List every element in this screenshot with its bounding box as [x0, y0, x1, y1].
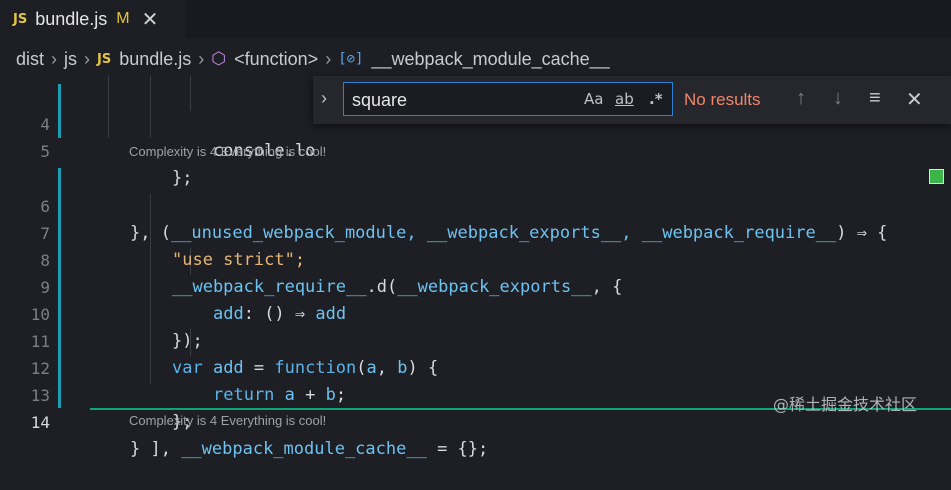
line-number: 5: [40, 142, 50, 161]
regex-icon[interactable]: .*: [649, 90, 663, 108]
code-editor[interactable]: 4 console.lo 5 }; Complexity is 4 Everyt…: [0, 76, 951, 459]
code-line-10: 10 });: [0, 274, 951, 351]
code-line-11: 11 var add = function(a, b) {: [0, 301, 951, 378]
whole-word-icon[interactable]: ab: [615, 90, 634, 108]
code-token: } ],: [130, 439, 182, 459]
code-token: __webpack_module_cache__: [181, 439, 427, 459]
code-line-6: 6 }, (__unused_webpack_module, __webpack…: [0, 166, 951, 243]
code-line-12: 12 return a + b;: [0, 328, 951, 405]
line-number: 14: [30, 413, 50, 432]
chevron-right-icon: ›: [51, 48, 58, 69]
codelens-complexity[interactable]: Complexity is 4 Everything is cool!: [129, 144, 326, 159]
breadcrumb-item-bundle-js[interactable]: bundle.js: [119, 49, 191, 70]
breadcrumb-item-js[interactable]: js: [64, 49, 77, 70]
arrow-up-icon[interactable]: ↑: [796, 87, 806, 110]
tab-bar: JS bundle.js M ✕: [0, 0, 951, 38]
find-input-box: Aa ab .*: [343, 82, 673, 117]
modified-indicator: M: [116, 10, 130, 27]
codelens-complexity[interactable]: Complexity is 4 Everything is cool!: [129, 413, 326, 428]
js-file-icon: JS: [97, 51, 112, 67]
code-line-9: 9 add: () ⇒ add: [0, 247, 951, 324]
color-swatch-icon: [929, 169, 944, 184]
arrow-down-icon[interactable]: ↓: [833, 87, 843, 110]
toggle-replace-icon[interactable]: ›: [321, 88, 327, 109]
breadcrumb: dist › js › JS bundle.js › ⬡ <function> …: [0, 42, 951, 76]
breadcrumb-item-function[interactable]: <function>: [234, 49, 318, 70]
code-token: = {};: [426, 439, 489, 459]
js-file-icon: JS: [13, 11, 28, 27]
find-widget: › Aa ab .* No results ↑ ↓ ≡ ✕: [313, 76, 951, 124]
chevron-right-icon: ›: [198, 48, 205, 69]
code-line-13: 13 };: [0, 355, 951, 432]
find-in-selection-icon[interactable]: ≡: [869, 87, 881, 110]
breadcrumb-item-dist[interactable]: dist: [16, 49, 44, 70]
tab-label: bundle.js: [35, 8, 108, 29]
code-line-7: 7 "use strict";: [0, 193, 951, 270]
chevron-right-icon: ›: [84, 48, 91, 69]
chevron-right-icon: ›: [325, 48, 332, 69]
tab-bundle-js[interactable]: JS bundle.js M ✕: [0, 0, 186, 38]
cube-icon: ⬡: [211, 49, 227, 68]
find-status: No results: [684, 90, 761, 109]
code-text: } ], __webpack_module_cache__ = {};: [130, 436, 488, 463]
find-input[interactable]: [350, 83, 584, 117]
match-case-icon[interactable]: Aa: [584, 90, 603, 108]
close-icon[interactable]: ✕: [906, 87, 923, 112]
watermark: @稀土掘金技术社区: [773, 395, 918, 414]
close-icon[interactable]: ✕: [142, 7, 159, 32]
breadcrumb-item-module-cache[interactable]: __webpack_module_cache__: [372, 49, 610, 70]
code-line-8: 8 __webpack_require__.d(__webpack_export…: [0, 220, 951, 297]
variable-icon: [⊘]: [338, 51, 364, 67]
